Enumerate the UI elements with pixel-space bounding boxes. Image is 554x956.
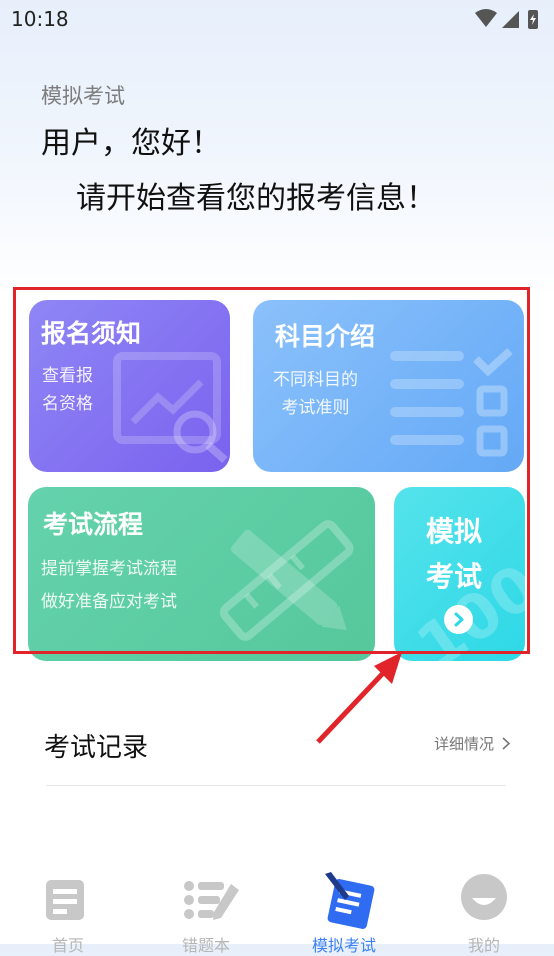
page-label: 模拟考试: [41, 84, 125, 108]
card-title: 科目介绍: [275, 322, 376, 351]
mock-exam-card[interactable]: 100 模拟 考试: [394, 487, 525, 661]
card-title: 模拟 考试: [426, 515, 483, 593]
divider: [46, 785, 506, 786]
tab-error-book[interactable]: 错题本: [156, 860, 256, 955]
intro-text: 请开始查看您的报考信息！: [76, 181, 436, 216]
wifi-icon: [475, 9, 497, 27]
tab-label: 首页: [51, 936, 84, 955]
status-bar: 10:18: [0, 0, 554, 38]
tab-mine[interactable]: 我的: [434, 860, 534, 955]
status-time: 10:18: [11, 7, 69, 31]
records-title: 考试记录: [44, 733, 149, 763]
mock-exam-icon: [325, 872, 375, 929]
records-detail-label: 详细情况: [434, 735, 495, 753]
exam-process-card[interactable]: 考试流程 提前掌握考试流程 做好准备应对考试: [28, 487, 375, 661]
profile-icon: [461, 874, 507, 920]
checklist-icon: [390, 348, 513, 457]
chevron-right-icon: [454, 612, 464, 627]
pointer-arrow: [316, 652, 402, 744]
tab-home[interactable]: 首页: [18, 860, 118, 955]
tab-label: 错题本: [181, 936, 230, 955]
go-button[interactable]: [444, 605, 473, 634]
home-doc-icon: [46, 880, 84, 920]
chart-magnifier-icon: [113, 352, 228, 463]
tab-mock-exam[interactable]: 模拟考试: [294, 860, 394, 955]
subject-intro-card[interactable]: 科目介绍 不同科目的 考试准则: [253, 300, 524, 472]
card-title: 报名须知: [41, 319, 142, 348]
registration-notice-card[interactable]: 报名须知 查看报 名资格: [29, 300, 230, 472]
chevron-right-icon: [502, 737, 510, 750]
records-detail-link[interactable]: 详细情况: [434, 733, 511, 754]
tab-label: 我的: [467, 936, 500, 955]
status-icons: [475, 9, 538, 29]
card-title: 考试流程: [43, 510, 144, 539]
pencil-ruler-icon: [219, 520, 354, 641]
card-description: 查看报 名资格: [42, 366, 93, 414]
signal-icon: [502, 11, 519, 28]
card-description: 提前掌握考试流程 做好准备应对考试: [41, 559, 177, 612]
tab-bar: 首页 错题本 模拟考试 我的: [0, 860, 554, 955]
card-description: 不同科目的 考试准则: [273, 370, 358, 418]
greeting-text: 用户，您好！: [41, 126, 221, 161]
error-list-icon: [184, 881, 239, 920]
tab-label: 模拟考试: [311, 936, 376, 955]
